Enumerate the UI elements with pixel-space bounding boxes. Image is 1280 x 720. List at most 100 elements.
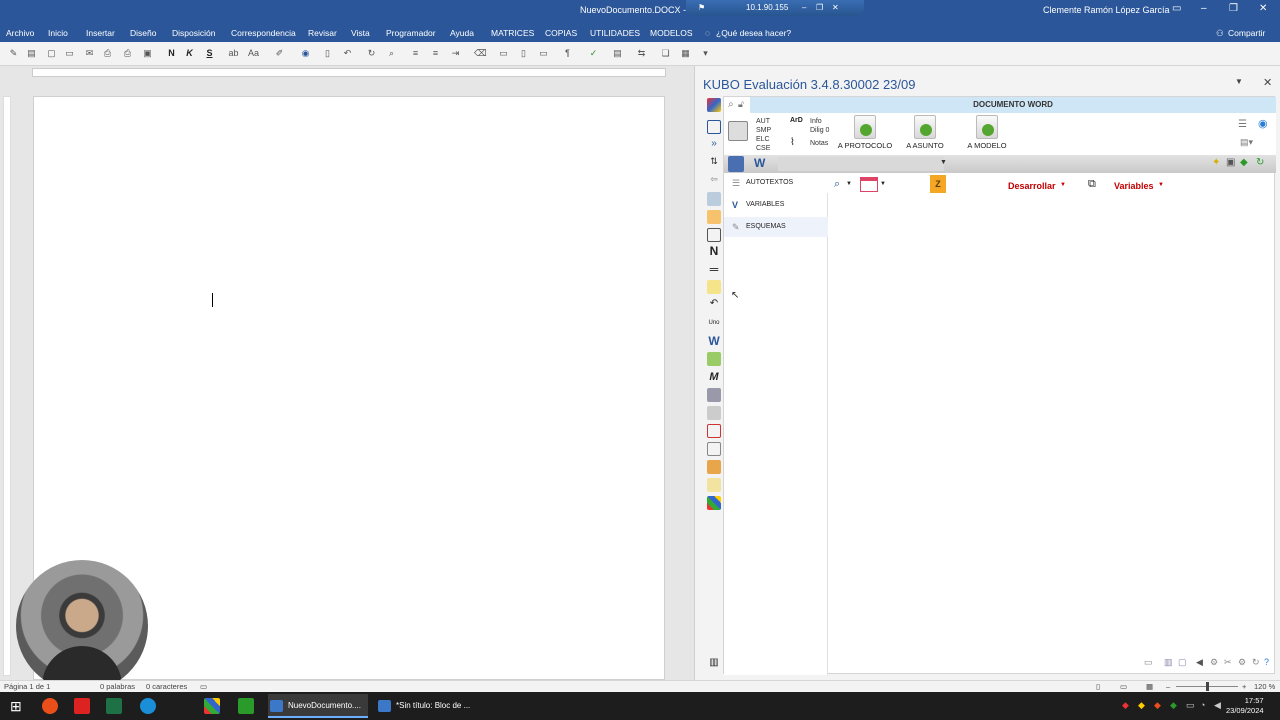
zoom-in-icon[interactable]: +	[1242, 682, 1246, 691]
remote-close-icon[interactable]: ✕	[832, 3, 839, 12]
pin-icon[interactable]: ⚑	[698, 3, 705, 12]
combo-box[interactable]	[778, 157, 944, 171]
copy-doc-icon[interactable]	[707, 120, 721, 134]
dilig-label[interactable]: Dilig 0	[810, 126, 829, 135]
print-preview-icon[interactable]: ⎙	[102, 48, 113, 59]
gear-icon[interactable]: ⚙	[1238, 657, 1246, 668]
char-count[interactable]: 0 caracteres	[146, 682, 187, 691]
search-dropdown-icon[interactable]: ▼	[846, 181, 852, 187]
open-icon[interactable]: ▭	[64, 48, 75, 59]
folder-open-icon[interactable]	[707, 210, 721, 224]
vertical-ruler[interactable]	[0, 80, 14, 680]
paperclip-icon[interactable]: ⌇	[790, 137, 795, 148]
taskbar-notepad-window[interactable]: *Sin título: Bloc de ...	[376, 694, 476, 718]
proofing-icon[interactable]: ▭	[200, 682, 207, 691]
code-aut[interactable]: AUT	[756, 117, 771, 126]
align-left-icon[interactable]: ≡	[410, 48, 421, 59]
zoom-level[interactable]: 120 %	[1254, 682, 1275, 691]
close-icon[interactable]: ✕	[1259, 3, 1267, 14]
volume-icon[interactable]: ◀	[1214, 700, 1221, 711]
help-icon[interactable]: ?	[1264, 657, 1269, 667]
doc-dropdown-icon[interactable]: ▤▾	[1240, 137, 1253, 148]
horizontal-ruler[interactable]	[0, 66, 694, 80]
menu-vista[interactable]: Vista	[351, 28, 370, 38]
web-layout-icon[interactable]: ▦	[1146, 682, 1153, 691]
wifi-icon[interactable]: ◔	[1200, 700, 1205, 710]
letter-n-icon[interactable]: N	[707, 244, 721, 258]
edge-icon[interactable]	[140, 698, 156, 714]
app-icon-1[interactable]	[42, 698, 58, 714]
eraser-icon[interactable]: ⌫	[474, 48, 487, 59]
edit-green-icon[interactable]	[707, 352, 721, 366]
menu-archivo[interactable]: Archivo	[6, 28, 34, 38]
new-icon[interactable]: ▢	[46, 48, 57, 59]
paste-icon[interactable]: ▯	[322, 48, 333, 59]
find-icon[interactable]: ⌕	[386, 48, 397, 59]
redo-icon[interactable]: ↻	[366, 48, 377, 59]
arrows-green-icon[interactable]: ◆	[1240, 157, 1248, 168]
print-layout-icon[interactable]: ▭	[1120, 682, 1127, 691]
undo-icon[interactable]: ↶	[342, 48, 353, 59]
magnifier-icon[interactable]: ⌕	[728, 99, 734, 110]
bold-button[interactable]: N	[166, 48, 177, 59]
taskbar-word-window[interactable]: NuevoDocumento....	[268, 694, 368, 718]
pdf-icon[interactable]	[707, 424, 721, 438]
font-size-icon[interactable]: Aa	[248, 48, 259, 59]
user-name[interactable]: Clemente Ramón López García	[1043, 5, 1170, 15]
align-center-icon[interactable]: ≡	[430, 48, 441, 59]
separator-line-icon[interactable]: ═	[707, 262, 721, 276]
windows-icon[interactable]: ▥	[1164, 657, 1173, 668]
app-icon-green[interactable]	[238, 698, 254, 714]
pilcrow-icon[interactable]: ¶	[562, 48, 573, 59]
variables-arrow-icon[interactable]: ▼	[1158, 182, 1164, 188]
printer-icon[interactable]	[707, 406, 721, 420]
arrow-back-icon[interactable]: ⇦	[707, 174, 721, 188]
start-icon[interactable]: ⊞	[10, 698, 22, 715]
disk-icon[interactable]	[707, 228, 721, 242]
code-smp[interactable]: SMP	[756, 126, 771, 135]
acrobat-icon[interactable]	[74, 698, 90, 714]
refresh-green-icon[interactable]: ↻	[1256, 157, 1264, 168]
excel-icon[interactable]	[106, 698, 122, 714]
doc-icon[interactable]: ▤	[612, 48, 623, 59]
share-button[interactable]: Compartir	[1228, 28, 1265, 38]
a-modelo-button[interactable]: A MODELO	[962, 115, 1012, 150]
two-pages-icon[interactable]: ▭	[538, 48, 549, 59]
network-icon[interactable]: ▭	[1186, 700, 1195, 711]
word-icon[interactable]: W	[707, 334, 721, 348]
clear-format-icon[interactable]: ✐	[274, 48, 285, 59]
menu-utilidades[interactable]: UTILIDADES	[590, 28, 640, 38]
remote-minimize-icon[interactable]: –	[802, 3, 806, 12]
comment-icon[interactable]: ▭	[1144, 657, 1153, 668]
menu-disposicion[interactable]: Disposición	[172, 28, 215, 38]
tree-item-esquemas[interactable]: ✎ ESQUEMAS	[724, 217, 828, 237]
tray-icon-2[interactable]: ◆	[1138, 700, 1145, 711]
menu-copias[interactable]: COPIAS	[545, 28, 577, 38]
info-label[interactable]: Info	[810, 117, 829, 126]
stamp-tool-icon[interactable]	[728, 121, 748, 141]
lock-icon[interactable]: 🔓︎	[738, 99, 744, 110]
desarrollar-dropdown[interactable]: Desarrollar	[1008, 181, 1056, 191]
email-icon[interactable]: ✉	[84, 48, 95, 59]
word-toggle-icon[interactable]: W	[754, 156, 765, 170]
copy-icon[interactable]: ❏	[660, 48, 671, 59]
restore-icon[interactable]: ❐	[1229, 3, 1238, 14]
code-cse[interactable]: CSE	[756, 144, 771, 153]
cube-icon[interactable]	[707, 98, 721, 112]
highlight-icon[interactable]	[707, 280, 721, 294]
customize-icon[interactable]: ▾	[700, 48, 711, 59]
search-icon[interactable]: ⌕	[834, 178, 840, 191]
blue-doc-icon[interactable]	[728, 156, 744, 172]
underline-button[interactable]: S	[204, 48, 215, 59]
tree-item-variables[interactable]: V VARIABLES	[724, 195, 828, 215]
folder-icon[interactable]: ▣	[142, 48, 153, 59]
stamp-icon[interactable]	[707, 388, 721, 402]
spell-icon[interactable]: ✓	[588, 48, 599, 59]
compare-icon[interactable]: ⇆	[636, 48, 647, 59]
tray-icon-1[interactable]: ◆	[1122, 700, 1129, 711]
uno-icon[interactable]: Uno	[707, 316, 721, 330]
pencil-icon[interactable]	[707, 478, 721, 492]
undo-small-icon[interactable]: ↶	[707, 298, 721, 312]
zoom-out-icon[interactable]: –	[1166, 682, 1170, 691]
code-elc[interactable]: ELC	[756, 135, 771, 144]
